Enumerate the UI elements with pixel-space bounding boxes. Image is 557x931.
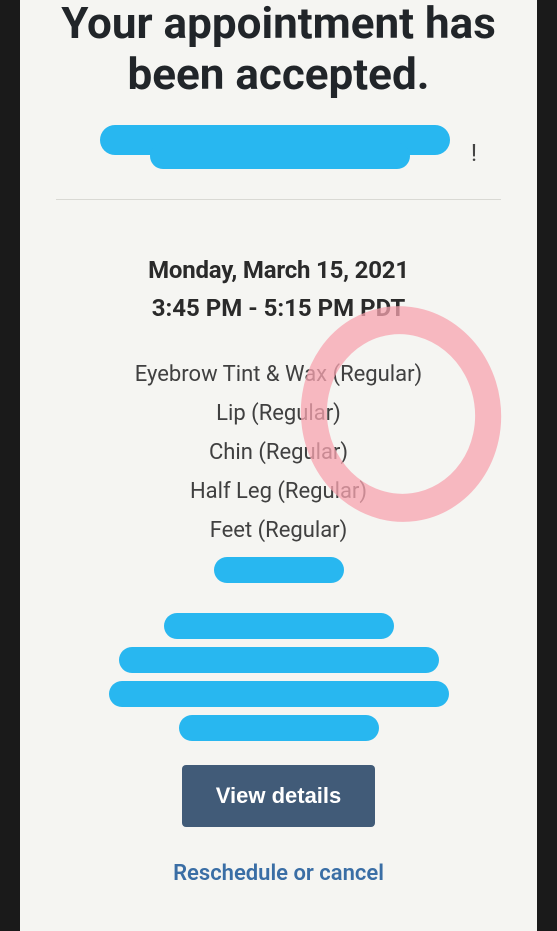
redaction-stroke bbox=[150, 143, 410, 169]
redaction-stroke bbox=[109, 681, 449, 707]
service-list: Eyebrow Tint & Wax (Regular) Lip (Regula… bbox=[20, 362, 537, 543]
appointment-date: Monday, March 15, 2021 bbox=[20, 256, 537, 284]
divider bbox=[56, 199, 501, 200]
view-details-button[interactable]: View details bbox=[182, 765, 376, 827]
list-item: Lip (Regular) bbox=[20, 401, 537, 426]
greeting-fragment: ! bbox=[471, 139, 477, 167]
redacted-provider-info bbox=[20, 557, 537, 741]
reschedule-cancel-link[interactable]: Reschedule or cancel bbox=[20, 861, 537, 886]
page-title: Your appointment has been accepted. bbox=[20, 0, 537, 99]
redacted-greeting: ! bbox=[20, 117, 537, 187]
list-item: Eyebrow Tint & Wax (Regular) bbox=[20, 362, 537, 387]
list-item: Feet (Regular) bbox=[20, 518, 537, 543]
redaction-stroke bbox=[179, 715, 379, 741]
list-item: Chin (Regular) bbox=[20, 440, 537, 465]
appointment-confirmation-screen: Your appointment has been accepted. ! Mo… bbox=[20, 0, 537, 931]
appointment-details: Monday, March 15, 2021 3:45 PM - 5:15 PM… bbox=[20, 256, 537, 886]
redaction-stroke bbox=[119, 647, 439, 673]
list-item: Half Leg (Regular) bbox=[20, 479, 537, 504]
redaction-stroke bbox=[164, 613, 394, 639]
redaction-stroke bbox=[214, 557, 344, 583]
appointment-time: 3:45 PM - 5:15 PM PDT bbox=[20, 294, 537, 322]
